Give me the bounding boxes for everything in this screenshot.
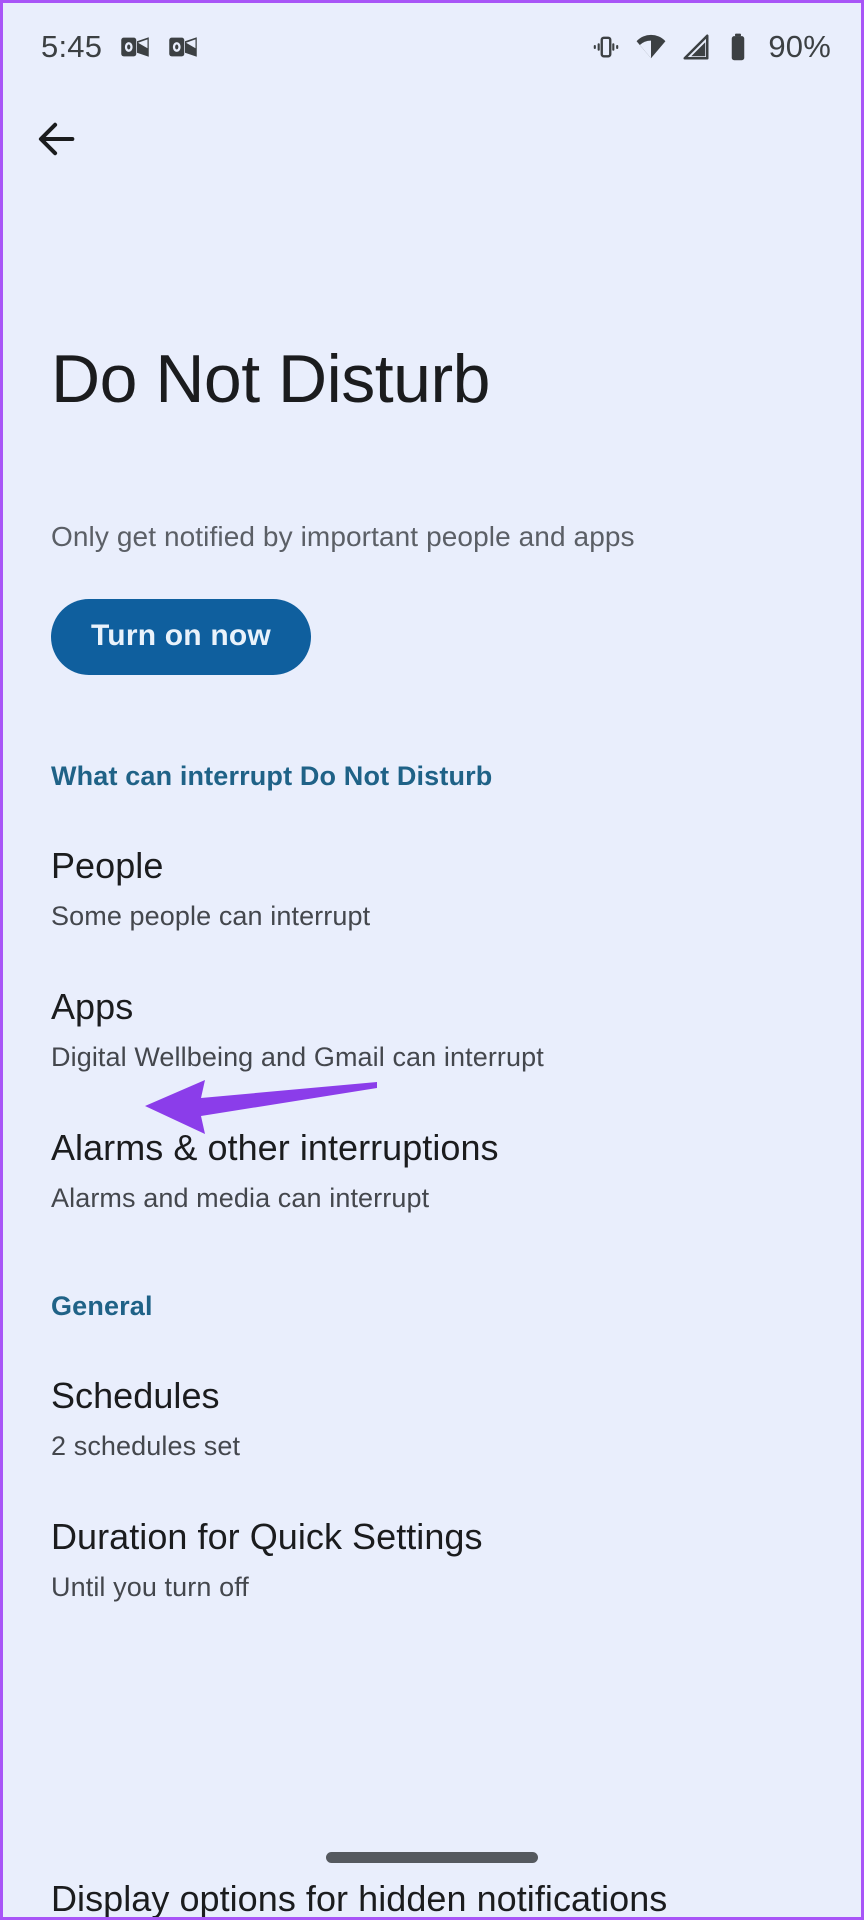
list-item-subtitle: Until you turn off [51,1572,249,1602]
list-item-subtitle: Some people can interrupt [51,901,371,931]
outlook-icon [120,32,150,62]
battery-percentage: 90% [768,29,831,64]
list-item-title: Alarms & other interruptions [51,1127,499,1168]
turn-on-now-button[interactable]: Turn on now [51,599,311,675]
status-bar: 5:45 90% [3,3,861,91]
section-header-interrupt: What can interrupt Do Not Disturb [51,761,493,791]
list-item-schedules[interactable]: Schedules 2 schedules set [51,1374,813,1463]
page-title: Do Not Disturb [51,341,490,417]
list-item-subtitle: Digital Wellbeing and Gmail can interrup… [51,1042,544,1072]
list-item-alarms-other-interruptions[interactable]: Alarms & other interruptions Alarms and … [51,1126,813,1215]
main-content: Do Not Disturb Only get notified by impo… [3,201,861,1917]
list-item-display-options-hidden-notifications[interactable]: Display options for hidden notifications [51,1877,813,1919]
back-arrow-icon [34,116,80,162]
list-item-title: Schedules [51,1375,220,1416]
list-item-title: People [51,845,164,886]
status-bar-clock: 5:45 [41,29,103,64]
vibrate-icon [591,32,621,62]
outlook-icon [168,32,198,62]
app-bar [3,91,861,201]
list-item-title: Apps [51,986,134,1027]
back-button[interactable] [25,107,89,171]
list-item-duration-for-quick-settings[interactable]: Duration for Quick Settings Until you tu… [51,1515,813,1604]
status-bar-right: 90% [591,29,831,65]
gesture-navigation-bar[interactable] [326,1852,538,1863]
battery-icon [725,32,751,62]
phone-screen: 5:45 90% Do Not Disturb Only get notifie… [0,0,864,1920]
list-item-subtitle: Alarms and media can interrupt [51,1183,430,1213]
cellular-signal-icon [681,32,711,62]
list-item-people[interactable]: People Some people can interrupt [51,844,813,933]
status-bar-left: 5:45 [41,29,198,65]
list-item-subtitle: 2 schedules set [51,1431,241,1461]
list-item-title: Display options for hidden notifications [51,1878,668,1919]
list-item-title: Duration for Quick Settings [51,1516,483,1557]
list-item-apps[interactable]: Apps Digital Wellbeing and Gmail can int… [51,985,813,1074]
wifi-icon [635,31,667,63]
section-header-general: General [51,1291,153,1321]
page-subtitle: Only get notified by important people an… [51,521,635,552]
